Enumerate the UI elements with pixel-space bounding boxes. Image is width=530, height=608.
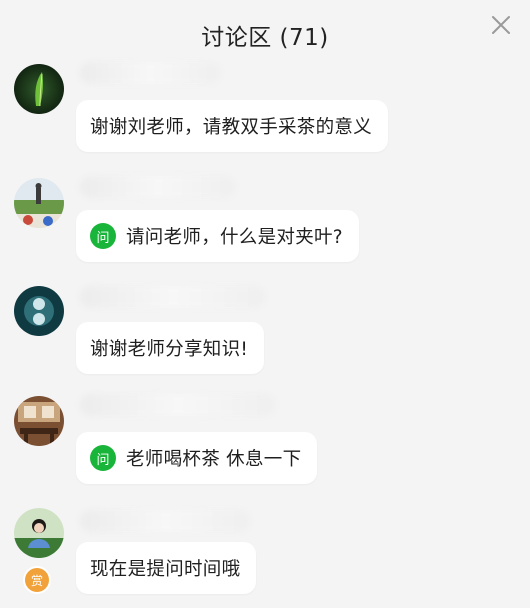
page-title: 讨论区 (71) xyxy=(201,25,329,51)
teahouse-avatar[interactable] xyxy=(14,396,64,446)
username-blurred xyxy=(80,176,235,198)
username-blurred xyxy=(80,394,275,416)
message-text: 现在是提问时间哦 xyxy=(90,559,241,580)
message-text: 请问老师，什么是对夹叶? xyxy=(126,227,343,248)
question-badge: 问 xyxy=(90,445,116,471)
message-item: 赏 现在是提问时间哦 xyxy=(0,500,530,608)
header: 讨论区 (71) xyxy=(0,0,530,62)
message-bubble[interactable]: 现在是提问时间哦 xyxy=(76,542,257,594)
username-blurred xyxy=(80,286,265,308)
reward-badge[interactable]: 赏 xyxy=(25,568,49,592)
close-icon[interactable] xyxy=(490,14,512,36)
tea-leaf-avatar[interactable] xyxy=(14,64,64,114)
message-bubble[interactable]: 谢谢刘老师，请教双手采茶的意义 xyxy=(76,100,389,152)
message-text: 谢谢老师分享知识! xyxy=(90,339,249,360)
message-text: 老师喝杯茶 休息一下 xyxy=(126,449,302,470)
message-item: 问 老师喝杯茶 休息一下 xyxy=(0,392,530,492)
message-item: 问 请问老师，什么是对夹叶? xyxy=(0,172,530,272)
message-bubble[interactable]: 谢谢老师分享知识! xyxy=(76,322,265,374)
message-bubble[interactable]: 问 请问老师，什么是对夹叶? xyxy=(76,210,359,262)
girl-avatar[interactable] xyxy=(14,508,64,558)
message-bubble[interactable]: 问 老师喝杯茶 休息一下 xyxy=(76,432,318,484)
field-avatar[interactable] xyxy=(14,178,64,228)
username-blurred xyxy=(80,510,250,532)
message-text: 谢谢刘老师，请教双手采茶的意义 xyxy=(90,117,373,138)
message-item: 谢谢老师分享知识! xyxy=(0,282,530,382)
username-blurred xyxy=(80,62,220,84)
message-item: 谢谢刘老师，请教双手采茶的意义 xyxy=(0,60,530,160)
circle-avatar[interactable] xyxy=(14,286,64,336)
question-badge: 问 xyxy=(90,223,116,249)
